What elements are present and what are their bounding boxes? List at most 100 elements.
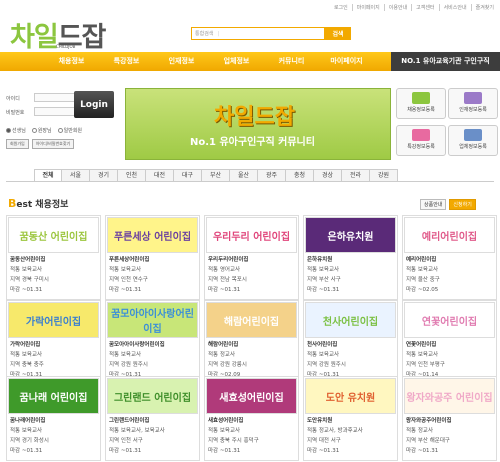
search-input[interactable]: 통합검색 | xyxy=(191,27,325,40)
job-card-name[interactable]: 도안유치원 xyxy=(307,416,332,424)
job-card[interactable]: 우리두리 어린이집 우리두리어린이집 적통 영어교사 지역 전남 목포시 마감 ~01.… xyxy=(204,215,299,300)
speech-bubble-icon xyxy=(412,129,430,141)
job-card-image[interactable]: 천사어린이집 xyxy=(305,302,396,338)
job-card-deadline: 마감 ~01.31 xyxy=(109,287,142,293)
job-card-name[interactable]: 꿈모아아이사랑어린이집 xyxy=(109,340,165,348)
job-card[interactable]: 왕자와공주 어린이집 왕자와공주어린이집 적통 정교사 지역 부산 해운대구 마감 ~0… xyxy=(402,376,497,461)
job-card[interactable]: 푸른세상 어린이집 푸른세상어린이집 적통 보육교사 지역 인천 연수구 마감 ~01.… xyxy=(105,215,200,300)
join-button[interactable]: 회원가입 xyxy=(6,139,29,149)
job-card-name[interactable]: 해람어린이집 xyxy=(208,340,238,348)
job-card[interactable]: 그린랜드 어린이집그린랜드어린이집적통 보육교사, 보육교사지역 인천 서구마감… xyxy=(105,376,200,461)
quick-job-register[interactable]: 채용정보등록 xyxy=(396,88,446,119)
job-card[interactable]: 가락어린이집 가락어린이집 적통 보육교사 지역 충북 충주 마감 ~01.31 xyxy=(6,300,101,385)
nav-lectures[interactable]: 특강정보 xyxy=(99,52,154,71)
job-card[interactable]: 은하유치원 은하유치원 적통 보육교사 지역 부산 사구 마감 ~01.31 xyxy=(303,215,398,300)
job-card-area: 지역 충북 주시 흥덕구 xyxy=(208,438,259,444)
nav-talent[interactable]: 인재정보 xyxy=(154,52,209,71)
apply-button[interactable]: 신청하기 xyxy=(449,199,476,210)
job-card-name[interactable]: 우리두리어린이집 xyxy=(208,255,248,263)
job-card-name[interactable]: 왕자와공주어린이집 xyxy=(406,416,452,424)
job-card[interactable]: 연꽃어린이집 연꽃어린이집 적통 보육교사 지역 인천 부평구 마감 ~01.14 xyxy=(402,300,497,385)
nav-companies[interactable]: 업체정보 xyxy=(209,52,264,71)
job-card-name[interactable]: 예리어린이집 xyxy=(406,255,436,263)
radio-teacher[interactable]: 선생님 xyxy=(6,127,26,134)
util-link[interactable]: 로그인 xyxy=(330,4,348,11)
job-card-image[interactable]: 예리어린이집 xyxy=(404,217,495,253)
util-link[interactable]: 고객센터 xyxy=(411,4,435,11)
job-card-name[interactable]: 꿈동산어린이집 xyxy=(10,255,45,263)
util-link[interactable]: 즐겨찾기 xyxy=(470,4,494,11)
job-card-image[interactable]: 꿈동산 어린이집 xyxy=(8,217,99,253)
job-card-area: 지역 인천 연수구 xyxy=(109,277,148,283)
radio-director[interactable]: 원장님 xyxy=(31,127,52,134)
id-input[interactable] xyxy=(34,93,76,102)
job-card-name[interactable]: 그린랜드어린이집 xyxy=(109,416,149,424)
job-card[interactable]: 천사어린이집 천사어린이집 적통 보육교사 지역 강원 원주시 마감 ~01.31 xyxy=(303,300,398,385)
radio-dot-icon xyxy=(57,128,63,133)
job-card-image[interactable]: 꿈모아아이사랑어린이집 xyxy=(107,302,198,338)
job-card-image[interactable]: 연꽃어린이집 xyxy=(404,302,495,338)
main-banner[interactable]: 차일드잡 No.1 유아구인구직 커뮤니티 xyxy=(125,88,391,160)
job-card-image[interactable]: 꿈나래 어린이집 xyxy=(8,378,99,414)
job-card-area: 지역 강원 강릉시 xyxy=(208,362,247,368)
search-scope[interactable]: 통합검색 xyxy=(195,30,213,37)
job-card-area: 지역 울산 중구 xyxy=(406,277,440,283)
job-card[interactable]: 새효성어린이집 새효성어린이집 적통 보육교사 지역 충북 주시 흥덕구 마감 ~01.… xyxy=(204,376,299,461)
job-card[interactable]: 도안 유치원 도안유치원 적통 정교사, 방과후교사 지역 대전 서구 마감 ~01.3… xyxy=(303,376,398,461)
job-card-image[interactable]: 왕자와공주 어린이집 xyxy=(404,378,495,414)
pw-input[interactable] xyxy=(34,107,76,116)
job-card-area: 지역 대전 서구 xyxy=(307,438,341,444)
job-card-deadline: 마감 ~01.31 xyxy=(109,448,142,454)
util-link[interactable]: 이용안내 xyxy=(383,4,407,11)
job-card-image[interactable]: 은하유치원 xyxy=(305,217,396,253)
tab-divider xyxy=(6,181,494,182)
job-card-name[interactable]: 새효성어린이집 xyxy=(208,416,243,424)
nav-community[interactable]: 커뮤니티 xyxy=(264,52,319,71)
search-button[interactable]: 검색 xyxy=(325,27,351,40)
best-actions: 상품안내 신청하기 xyxy=(420,199,476,210)
member-type: 선생님 원장님 일반회원 xyxy=(6,127,82,134)
job-card-image[interactable]: 그린랜드 어린이집 xyxy=(107,378,198,414)
job-card-name[interactable]: 푸른세상어린이집 xyxy=(109,255,149,263)
nav-jobs[interactable]: 채용정보 xyxy=(44,52,99,71)
job-card[interactable]: 해람어린이집 해람어린이집 적통 정교사 지역 강원 강릉시 마감 ~02.09 xyxy=(204,300,299,385)
job-card[interactable]: 꿈나래 어린이집 꿈나래어린이집 적통 보육교사 지역 경기 화성시 마감 ~01.31 xyxy=(6,376,101,461)
job-card-name[interactable]: 꿈나래어린이집 xyxy=(10,416,45,424)
search-divider: | xyxy=(217,30,220,37)
job-card-deadline: 마감 ~01.31 xyxy=(208,448,241,454)
quick-talent-register[interactable]: 인재정보등록 xyxy=(448,88,498,119)
find-account-button[interactable]: 아이디/비밀번호찾기 xyxy=(31,139,75,149)
util-link[interactable]: 마이페이지 xyxy=(351,4,380,11)
job-card-name[interactable]: 가락어린이집 xyxy=(10,340,40,348)
job-card-logo-text: 해람어린이집 xyxy=(223,316,280,328)
job-card-image[interactable]: 도안 유치원 xyxy=(305,378,396,414)
nav-slogan: NO.1 유아교육기관 구인구직 xyxy=(391,52,500,71)
radio-label: 선생님 xyxy=(12,128,26,134)
radio-general[interactable]: 일반회원 xyxy=(57,127,82,134)
quick-lecture-register[interactable]: 특강정보등록 xyxy=(396,125,446,156)
job-card-area: 지역 인천 서구 xyxy=(109,438,143,444)
quick-company-register[interactable]: 업체정보등록 xyxy=(448,125,498,156)
job-card-type: 적통 보육교사 xyxy=(208,428,241,434)
job-card-image[interactable]: 해람어린이집 xyxy=(206,302,297,338)
job-card-image[interactable]: 푸른세상 어린이집 xyxy=(107,217,198,253)
job-card-name[interactable]: 연꽃어린이집 xyxy=(406,340,436,348)
job-card-deadline: 마감 ~01.31 xyxy=(307,287,340,293)
job-card-image[interactable]: 우리두리 어린이집 xyxy=(206,217,297,253)
job-card-image[interactable]: 가락어린이집 xyxy=(8,302,99,338)
job-card-type: 적통 보육교사, 보육교사 xyxy=(109,428,165,434)
job-card[interactable]: 꿈동산 어린이집 꿈동산어린이집 적통 보육교사 지역 경북 구미시 마감 ~01.31 xyxy=(6,215,101,300)
job-card-image[interactable]: 새효성어린이집 xyxy=(206,378,297,414)
job-card[interactable]: 예리어린이집 예리어린이집 적통 보육교사 지역 울산 중구 마감 ~02.05 xyxy=(402,215,497,300)
job-card-name[interactable]: 은하유치원 xyxy=(307,255,332,263)
radio-dot-icon xyxy=(31,128,37,133)
nav-mypage[interactable]: 마이페이지 xyxy=(319,52,374,71)
login-button[interactable]: Login xyxy=(74,91,114,118)
job-card-deadline: 마감 ~01.31 xyxy=(10,448,43,454)
best-title-text: est 채용정보 xyxy=(16,200,69,210)
product-info-button[interactable]: 상품안내 xyxy=(420,199,447,210)
job-card[interactable]: 꿈모아아이사랑어린이집 꿈모아아이사랑어린이집 적통 보육교사 지역 강원 원주시 마감… xyxy=(105,300,200,385)
job-card-name[interactable]: 천사어린이집 xyxy=(307,340,337,348)
job-card-deadline: 마감 ~01.31 xyxy=(307,448,340,454)
util-link[interactable]: 서비스안내 xyxy=(438,4,467,11)
